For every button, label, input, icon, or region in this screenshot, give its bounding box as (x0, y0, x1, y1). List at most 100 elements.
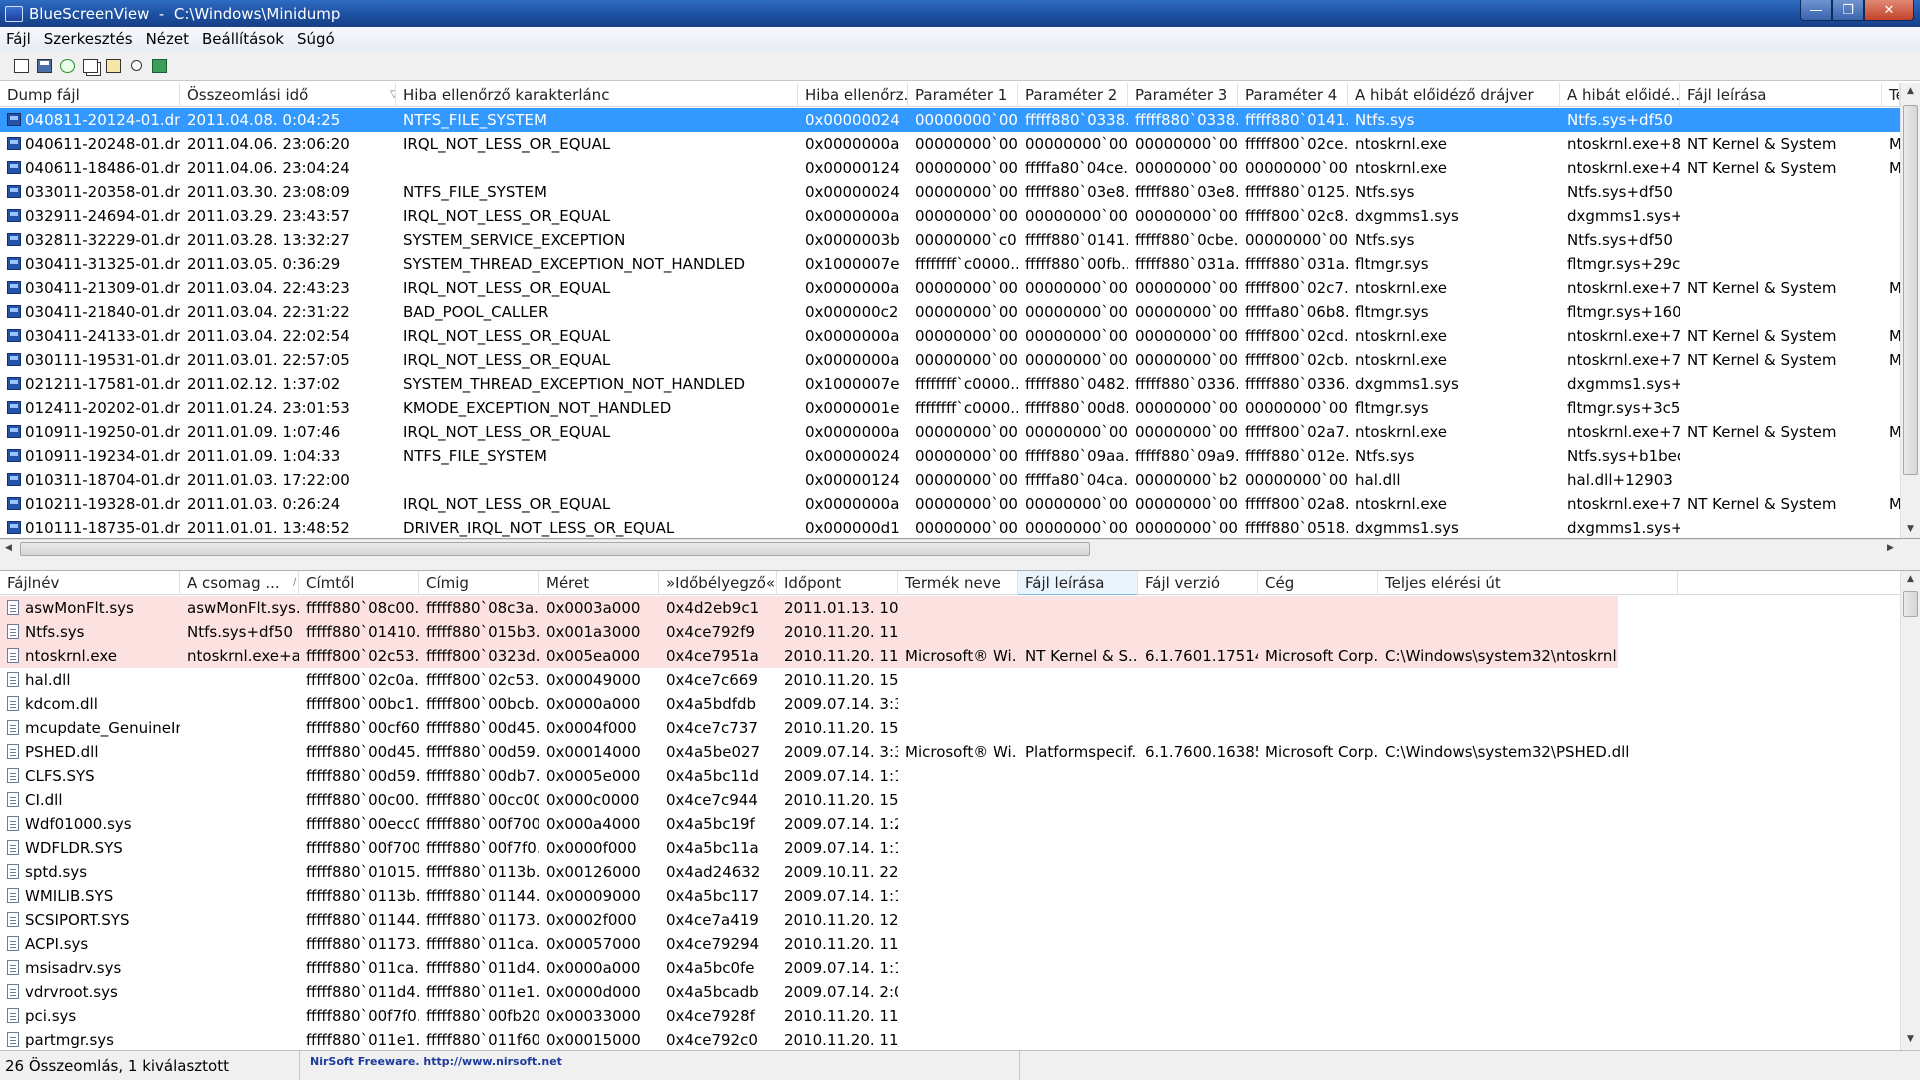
scroll-up-arrow[interactable]: ▲ (1901, 571, 1920, 588)
driver-row[interactable]: partmgr.sys fffff880`011e1... fffff880`011… (0, 1028, 1900, 1050)
crash-row[interactable]: 040811-20124-01.dmp 2011.04.08. 0:04:25 NT… (0, 108, 1900, 132)
driver-col-header-3[interactable]: Címig (419, 571, 539, 595)
driver-col-header-11[interactable]: Teljes elérési út (1378, 571, 1678, 595)
crash-row[interactable]: 030111-19531-01.dmp 2011.03.01. 22:57:05 I… (0, 348, 1900, 372)
driver-col-header-6[interactable]: Időpont (777, 571, 898, 595)
minimize-button[interactable]: — (1800, 0, 1832, 21)
crash-col-header-5[interactable]: Paraméter 2 (1018, 83, 1128, 107)
crash-row[interactable]: 033011-20358-01.dmp 2011.03.30. 23:08:09 N… (0, 180, 1900, 204)
crash-row-cell: 0x000000c2 (805, 303, 899, 321)
driver-row[interactable]: vdrvroot.sys fffff880`011d4... fffff880`01… (0, 980, 1900, 1004)
save-button[interactable] (33, 56, 55, 76)
driver-col-header-10[interactable]: Cég (1258, 571, 1378, 595)
driver-row[interactable]: Wdf01000.sys fffff880`00ecc0... fffff880`0… (0, 812, 1900, 836)
crash-row[interactable]: 040611-20248-01.dmp 2011.04.06. 23:06:20 I… (0, 132, 1900, 156)
crash-col-header-10[interactable]: Fájl leírása (1680, 83, 1882, 107)
driver-list-vscroll[interactable]: ▲ ▼ (1900, 571, 1920, 1050)
driver-row[interactable]: SCSIPORT.SYS fffff880`01144... fffff880`01… (0, 908, 1900, 932)
hscroll-thumb[interactable] (20, 542, 1090, 556)
copy-button[interactable] (79, 56, 101, 76)
crash-row[interactable]: 030411-21840-01.dmp 2011.03.04. 22:31:22 B… (0, 300, 1900, 324)
driver-row[interactable]: hal.dll fffff800`02c0a... fffff800`02c53..… (0, 668, 1900, 692)
driver-col-header-2[interactable]: Címtől (299, 571, 419, 595)
scroll-right-arrow[interactable]: ▶ (1882, 540, 1899, 557)
crash-row[interactable]: 010311-18704-01.dmp 2011.01.03. 17:22:00 0… (0, 468, 1900, 492)
driver-row[interactable]: CLFS.SYS fffff880`00d59... fffff880`00db7.… (0, 764, 1900, 788)
menu-options[interactable]: Beállítások (202, 30, 284, 48)
driver-row-cell: aswMonFlt.sys (0, 596, 180, 620)
refresh-button[interactable] (56, 56, 78, 76)
crash-list-hscroll[interactable]: ◀ ▶ (0, 539, 1900, 557)
crash-col-header-11[interactable]: Te (1882, 83, 1900, 107)
crash-col-header-9[interactable]: A hibát előidé... (1560, 83, 1680, 107)
driver-row[interactable]: msisadrv.sys fffff880`011ca... fffff880`01… (0, 956, 1900, 980)
driver-row[interactable]: ntoskrnl.exe ntoskrnl.exe+a...fffff800`02… (0, 644, 1900, 668)
crash-col-header-0[interactable]: Dump fájl (0, 83, 180, 107)
pane-splitter[interactable]: ◀ ▶ (0, 539, 1920, 571)
crash-row[interactable]: 012411-20202-01.dmp 2011.01.24. 23:01:53 K… (0, 396, 1900, 420)
crash-row[interactable]: 010211-19328-01.dmp 2011.01.03. 0:26:24 IR… (0, 492, 1900, 516)
crash-col-header-6[interactable]: Paraméter 3 (1128, 83, 1238, 107)
menu-file[interactable]: Fájl (6, 30, 31, 48)
crash-row[interactable]: 032911-24694-01.dmp 2011.03.29. 23:43:57 I… (0, 204, 1900, 228)
scroll-down-arrow[interactable]: ▼ (1901, 521, 1920, 538)
crash-row[interactable]: 030411-24133-01.dmp 2011.03.04. 22:02:54 I… (0, 324, 1900, 348)
menu-help[interactable]: Súgó (297, 30, 335, 48)
crash-row[interactable]: 010111-18735-01.dmp 2011.01.01. 13:48:52 D… (0, 516, 1900, 538)
driver-row[interactable]: aswMonFlt.sys aswMonFlt.sys... fffff880`08… (0, 596, 1900, 620)
close-button[interactable]: ✕ (1864, 0, 1914, 21)
driver-row[interactable]: pci.sys fffff880`00f7f0... fffff880`00fb20… (0, 1004, 1900, 1028)
crash-row[interactable]: 030411-21309-01.dmp 2011.03.04. 22:43:23 I… (0, 276, 1900, 300)
scroll-up-arrow[interactable]: ▲ (1901, 83, 1920, 100)
crash-row[interactable]: 021211-17581-01.dmp 2011.02.12. 1:37:02 SY… (0, 372, 1900, 396)
properties-button[interactable] (102, 56, 124, 76)
driver-row-cell: fffff880`00ecc0... (306, 815, 419, 833)
menu-view[interactable]: Nézet (146, 30, 189, 48)
crash-col-header-1[interactable]: Összeomlási idő▽ (180, 83, 396, 107)
crash-row-cell (1882, 204, 1900, 228)
crash-row[interactable]: 032811-32229-01.dmp 2011.03.28. 13:32:27 S… (0, 228, 1900, 252)
driver-col-header-5[interactable]: »Időbélyegző« (659, 571, 777, 595)
scroll-left-arrow[interactable]: ◀ (0, 540, 17, 557)
crash-col-header-3[interactable]: Hiba ellenőrz... (798, 83, 908, 107)
nirsoft-link[interactable]: NirSoft Freeware. http://www.nirsoft.net (300, 1051, 1020, 1080)
crash-row-filename: 032911-24694-01.dmp (25, 207, 180, 225)
driver-row[interactable]: WMILIB.SYS fffff880`0113b... fffff880`0114… (0, 884, 1900, 908)
driver-row[interactable]: PSHED.dll fffff880`00d45... fffff880`00d59… (0, 740, 1900, 764)
driver-col-header-4[interactable]: Méret (539, 571, 659, 595)
scroll-down-arrow[interactable]: ▼ (1901, 1031, 1920, 1048)
scroll-thumb[interactable] (1903, 105, 1918, 475)
maximize-button[interactable]: ❐ (1832, 0, 1864, 21)
driver-col-header-9[interactable]: Fájl verzió (1138, 571, 1258, 595)
crash-col-header-2[interactable]: Hiba ellenőrző karakterlánc (396, 83, 798, 107)
crash-list-vscroll[interactable]: ▲ ▼ (1900, 83, 1920, 538)
crash-col-header-8[interactable]: A hibát előidéző drájver (1348, 83, 1560, 107)
driver-col-header-7[interactable]: Termék neve (898, 571, 1018, 595)
driver-row[interactable]: Ntfs.sys Ntfs.sys+df50 fffff880`01410... ff… (0, 620, 1900, 644)
driver-row-cell: fffff800`00bcb... (426, 695, 539, 713)
driver-row-cell (1378, 788, 1678, 812)
driver-row-cell: fffff880`00f700... (306, 839, 419, 857)
driver-row[interactable]: WDFLDR.SYS fffff880`00f700... fffff880`00f… (0, 836, 1900, 860)
html-report-button[interactable] (10, 56, 32, 76)
driver-row[interactable]: sptd.sys fffff880`01015... fffff880`0113b.… (0, 860, 1900, 884)
crash-row-cell: 2011.03.04. 22:31:22 (187, 303, 350, 321)
crash-row[interactable]: 040611-18486-01.dmp 2011.04.06. 23:04:24 0… (0, 156, 1900, 180)
driver-row[interactable]: mcupdate_GenuineInt... fffff880`00cf60...… (0, 716, 1900, 740)
crash-col-header-7[interactable]: Paraméter 4 (1238, 83, 1348, 107)
crash-row[interactable]: 010911-19234-01.dmp 2011.01.09. 1:04:33 NT… (0, 444, 1900, 468)
crash-row-cell: 012411-20202-01.dmp (0, 396, 180, 420)
driver-row[interactable]: ACPI.sys fffff880`01173... fffff880`011ca.… (0, 932, 1900, 956)
find-button[interactable] (125, 56, 147, 76)
driver-col-header-8[interactable]: Fájl leírása (1018, 571, 1138, 595)
menu-edit[interactable]: Szerkesztés (44, 30, 133, 48)
driver-row[interactable]: CI.dll fffff880`00c00... fffff880`00cc00..… (0, 788, 1900, 812)
driver-col-header-1[interactable]: A csomag ... ∕ (180, 571, 299, 595)
driver-row[interactable]: kdcom.dll fffff800`00bc1... fffff800`00bcb… (0, 692, 1900, 716)
crash-col-header-4[interactable]: Paraméter 1 (908, 83, 1018, 107)
exit-button[interactable] (148, 56, 170, 76)
crash-row[interactable]: 010911-19250-01.dmp 2011.01.09. 1:07:46 IR… (0, 420, 1900, 444)
scroll-thumb[interactable] (1903, 591, 1918, 617)
crash-row[interactable]: 030411-31325-01.dmp 2011.03.05. 0:36:29 SY… (0, 252, 1900, 276)
driver-col-header-0[interactable]: Fájlnév (0, 571, 180, 595)
